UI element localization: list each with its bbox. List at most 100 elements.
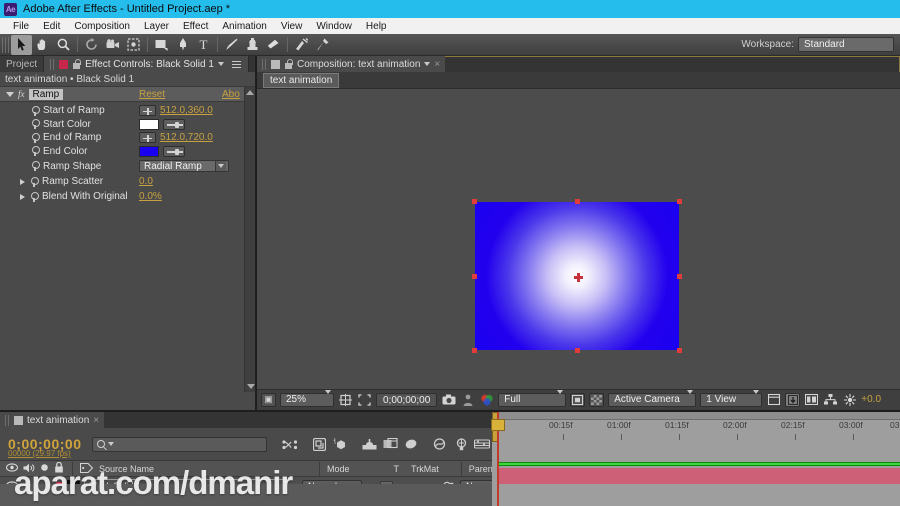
workspace-selector[interactable]: Standard <box>798 37 894 52</box>
property-row-blend-with-original[interactable]: Blend With Original 0.0% <box>0 189 255 204</box>
zoom-level-dropdown[interactable]: 25% <box>280 390 334 407</box>
menu-item-file[interactable]: File <box>6 21 36 32</box>
stopwatch-icon[interactable] <box>29 176 39 187</box>
menu-item-view[interactable]: View <box>274 21 310 32</box>
composition-mini-flowchart-icon[interactable] <box>281 436 300 452</box>
column-header-mode[interactable]: Mode <box>327 464 350 474</box>
region-of-interest-icon[interactable] <box>357 393 372 407</box>
view-layout-dropdown[interactable]: 1 View <box>700 390 763 407</box>
current-time-indicator-head[interactable] <box>491 419 505 431</box>
show-snapshot-icon[interactable] <box>460 393 475 407</box>
search-input[interactable] <box>91 436 267 452</box>
breadcrumb[interactable]: text animation <box>263 72 340 88</box>
about-link[interactable]: Abo <box>222 89 240 100</box>
composition-viewer[interactable] <box>257 89 900 389</box>
lock-icon[interactable] <box>72 59 81 69</box>
panel-menu-icon[interactable] <box>230 59 242 69</box>
resolution-dropdown[interactable]: Full <box>498 390 567 407</box>
chevron-down-icon[interactable] <box>107 442 114 446</box>
scroll-up-arrow-icon[interactable] <box>246 90 254 95</box>
camera-view-dropdown[interactable]: Active Camera <box>608 390 697 407</box>
stopwatch-icon[interactable] <box>30 161 40 171</box>
roto-brush-tool-icon[interactable] <box>291 35 312 55</box>
tab-grip[interactable] <box>262 58 267 70</box>
property-row-end-color[interactable]: End Color <box>0 145 255 159</box>
stopwatch-icon[interactable] <box>29 191 39 202</box>
selection-handle[interactable] <box>472 199 477 204</box>
property-row-start-color[interactable]: Start Color <box>0 118 255 132</box>
point-picker-button[interactable] <box>139 105 156 117</box>
effect-header-ramp[interactable]: fx Ramp Reset Abo <box>0 87 255 102</box>
transparency-grid-icon[interactable] <box>589 392 605 407</box>
close-icon[interactable]: × <box>93 415 99 426</box>
lock-icon[interactable] <box>284 59 293 69</box>
tab-timeline-text-animation[interactable]: text animation × <box>0 412 105 428</box>
menu-item-edit[interactable]: Edit <box>36 21 67 32</box>
hand-tool-icon[interactable] <box>32 35 53 55</box>
point-picker-button[interactable] <box>139 132 156 144</box>
stopwatch-icon[interactable] <box>30 132 40 143</box>
effect-name[interactable]: Ramp <box>28 88 64 100</box>
disclosure-triangle-icon[interactable] <box>6 91 14 97</box>
tab-effect-controls[interactable]: Effect Controls: Black Solid 1 <box>44 56 249 72</box>
camera-tool-icon[interactable] <box>102 35 123 55</box>
eyedropper-icon[interactable] <box>163 118 185 130</box>
snapshot-camera-icon[interactable] <box>441 393 456 407</box>
pen-tool-icon[interactable] <box>172 35 193 55</box>
comp-flowchart-icon[interactable] <box>823 393 838 407</box>
selection-handle[interactable] <box>677 273 682 279</box>
property-row-start-of-ramp[interactable]: Start of Ramp 512.0,360.0 <box>0 104 255 118</box>
eraser-tool-icon[interactable] <box>263 35 284 55</box>
chevron-down-icon[interactable] <box>217 62 224 66</box>
channel-rgb-icon[interactable] <box>479 393 494 407</box>
selection-handle[interactable] <box>472 348 477 353</box>
anchor-point-icon[interactable] <box>574 273 583 282</box>
property-value[interactable]: 512.0,720.0 <box>160 132 213 143</box>
effect-controls-scrollbar[interactable] <box>244 87 255 392</box>
menu-item-layer[interactable]: Layer <box>137 21 176 32</box>
exposure-value[interactable]: +0.0 <box>861 394 881 405</box>
always-preview-icon[interactable]: ▣ <box>261 392 276 407</box>
menu-item-effect[interactable]: Effect <box>176 21 215 32</box>
current-timecode[interactable]: 0;00;00;00 <box>376 392 438 407</box>
scroll-down-arrow-icon[interactable] <box>246 384 255 389</box>
property-value[interactable]: 0.0 <box>139 176 153 187</box>
grid-guides-icon[interactable] <box>338 393 353 407</box>
draft-3d-icon[interactable] <box>331 436 350 452</box>
work-area-bar[interactable] <box>492 412 900 420</box>
close-icon[interactable]: × <box>434 59 440 70</box>
selection-handle[interactable] <box>677 348 682 353</box>
menu-item-composition[interactable]: Composition <box>67 21 137 32</box>
stopwatch-icon[interactable] <box>30 146 40 157</box>
property-value[interactable]: 0.0% <box>139 191 162 202</box>
frame-blending-icon[interactable] <box>381 436 400 452</box>
selection-handle[interactable] <box>677 199 682 204</box>
comp-layer-frame[interactable] <box>472 199 682 353</box>
pixel-aspect-correction-icon[interactable] <box>766 393 781 407</box>
timeline-toggle-icon[interactable] <box>804 393 819 407</box>
property-row-ramp-shape[interactable]: Ramp Shape Radial Ramp <box>0 158 255 174</box>
tab-grip[interactable] <box>50 58 56 70</box>
start-color-swatch[interactable] <box>139 118 159 130</box>
pan-behind-tool-icon[interactable] <box>123 35 144 55</box>
shape-tool-icon[interactable] <box>151 35 172 55</box>
ramp-shape-dropdown[interactable]: Radial Ramp <box>139 160 229 172</box>
end-color-swatch[interactable] <box>139 145 159 157</box>
hide-shy-layers-icon[interactable] <box>360 436 379 452</box>
zoom-tool-icon[interactable] <box>53 35 74 55</box>
comp-mini-flowchart-icon[interactable] <box>473 436 492 452</box>
stopwatch-icon[interactable] <box>30 119 40 130</box>
menu-item-animation[interactable]: Animation <box>215 21 273 32</box>
column-header-trkmat[interactable]: TrkMat <box>411 464 439 474</box>
current-time-indicator[interactable] <box>491 412 505 506</box>
property-row-ramp-scatter[interactable]: Ramp Scatter 0.0 <box>0 174 255 189</box>
property-value[interactable]: 512.0,360.0 <box>160 105 213 116</box>
layer-duration-bar[interactable] <box>497 468 900 484</box>
tab-project[interactable]: Project <box>0 56 45 72</box>
reset-link[interactable]: Reset <box>139 89 165 100</box>
eyedropper-icon[interactable] <box>163 145 185 157</box>
selection-handle[interactable] <box>574 199 580 204</box>
live-update-icon[interactable] <box>310 436 329 452</box>
rotation-tool-icon[interactable] <box>81 35 102 55</box>
tab-grip[interactable] <box>5 414 10 426</box>
